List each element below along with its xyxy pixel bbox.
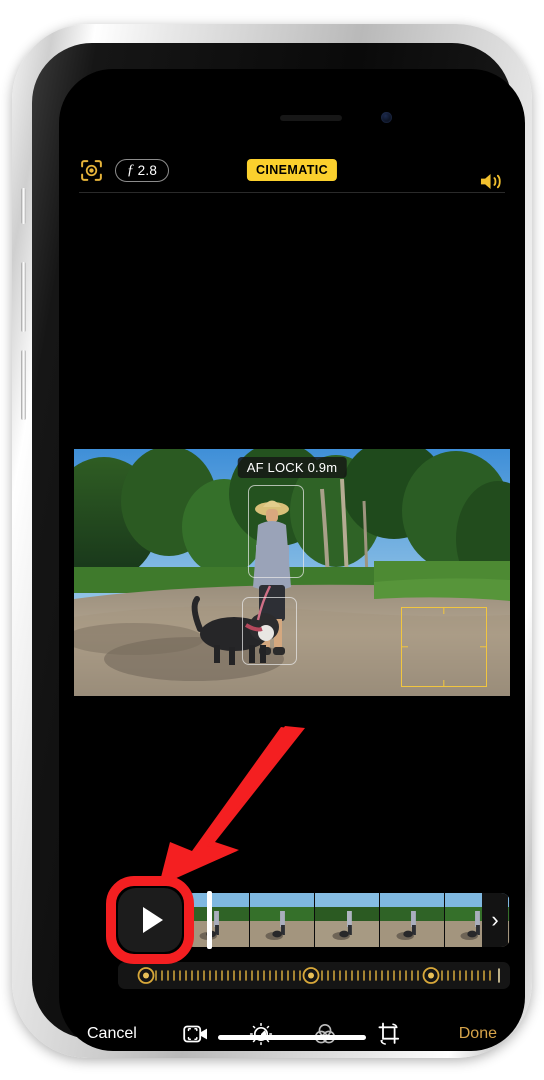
face-detection-box: [248, 485, 304, 578]
af-lock-label: AF LOCK 0.9m: [237, 457, 347, 478]
aperture-number: 2.8: [137, 162, 158, 178]
top-bar-left-group: ƒ 2.8: [79, 158, 169, 183]
crop-rotate-tool[interactable]: [377, 1022, 401, 1046]
editor-toolbar: Cancel Done: [59, 1005, 525, 1051]
cinematic-video-tool[interactable]: [183, 1023, 209, 1045]
focus-box-tick-bottom: [443, 680, 445, 687]
cinematic-focus-icon[interactable]: [79, 158, 104, 183]
front-camera-icon: [381, 112, 392, 123]
filters-tool[interactable]: [313, 1022, 337, 1046]
filmstrip-frame[interactable]: [380, 893, 445, 947]
focus-box-tick-right: [480, 646, 487, 648]
focus-box-tick-left: [401, 646, 408, 648]
filters-circles-icon: [313, 1022, 337, 1046]
done-button[interactable]: Done: [459, 1025, 497, 1043]
crop-rotate-icon: [377, 1022, 401, 1046]
timeline-playhead[interactable]: [207, 891, 212, 949]
ringer-switch[interactable]: [21, 188, 26, 224]
focus-point-marker: [137, 967, 155, 984]
volume-down-button[interactable]: [21, 350, 26, 420]
focus-point-track[interactable]: [118, 962, 510, 989]
focus-point-marker: [422, 967, 440, 984]
adjust-dial-icon: [249, 1022, 273, 1046]
phone-screen: ƒ 2.8 CINEMATIC AF LOCK 0.9m › Cancel Do…: [59, 69, 525, 1051]
phone-bezel: ƒ 2.8 CINEMATIC AF LOCK 0.9m › Cancel Do…: [32, 43, 525, 1051]
toolbar-tools: [183, 1022, 401, 1046]
notch: [206, 69, 378, 99]
cinematic-mode-badge: CINEMATIC: [246, 159, 338, 181]
filmstrip-frame[interactable]: [315, 893, 380, 947]
focus-box-tick-top: [443, 607, 445, 614]
filmstrip-frame[interactable]: [185, 893, 250, 947]
speaker-grille-icon: [280, 115, 342, 121]
top-bar-divider: [79, 192, 505, 193]
focus-point-marker: [302, 967, 320, 984]
video-filmstrip[interactable]: ›: [185, 893, 510, 947]
aperture-symbol: ƒ: [126, 161, 135, 178]
filmstrip-frame[interactable]: [250, 893, 315, 947]
camera-top-bar: ƒ 2.8 CINEMATIC: [59, 146, 525, 194]
phone-frame: ƒ 2.8 CINEMATIC AF LOCK 0.9m › Cancel Do…: [12, 24, 532, 1058]
volume-up-button[interactable]: [21, 262, 26, 332]
manual-focus-box[interactable]: [401, 607, 487, 687]
cancel-button[interactable]: Cancel: [87, 1025, 137, 1043]
dog-detection-box: [242, 597, 297, 665]
video-preview[interactable]: AF LOCK 0.9m: [74, 449, 510, 696]
timeline-expand-chevron[interactable]: ›: [482, 893, 508, 947]
red-pointer-arrow: [159, 726, 305, 885]
adjust-tool[interactable]: [249, 1022, 273, 1046]
red-highlight-ring: [106, 876, 194, 964]
video-focus-icon: [183, 1023, 209, 1045]
screenshot-root: ƒ 2.8 CINEMATIC AF LOCK 0.9m › Cancel Do…: [0, 0, 544, 1080]
home-indicator[interactable]: [218, 1035, 366, 1040]
aperture-value-pill[interactable]: ƒ 2.8: [115, 158, 169, 182]
